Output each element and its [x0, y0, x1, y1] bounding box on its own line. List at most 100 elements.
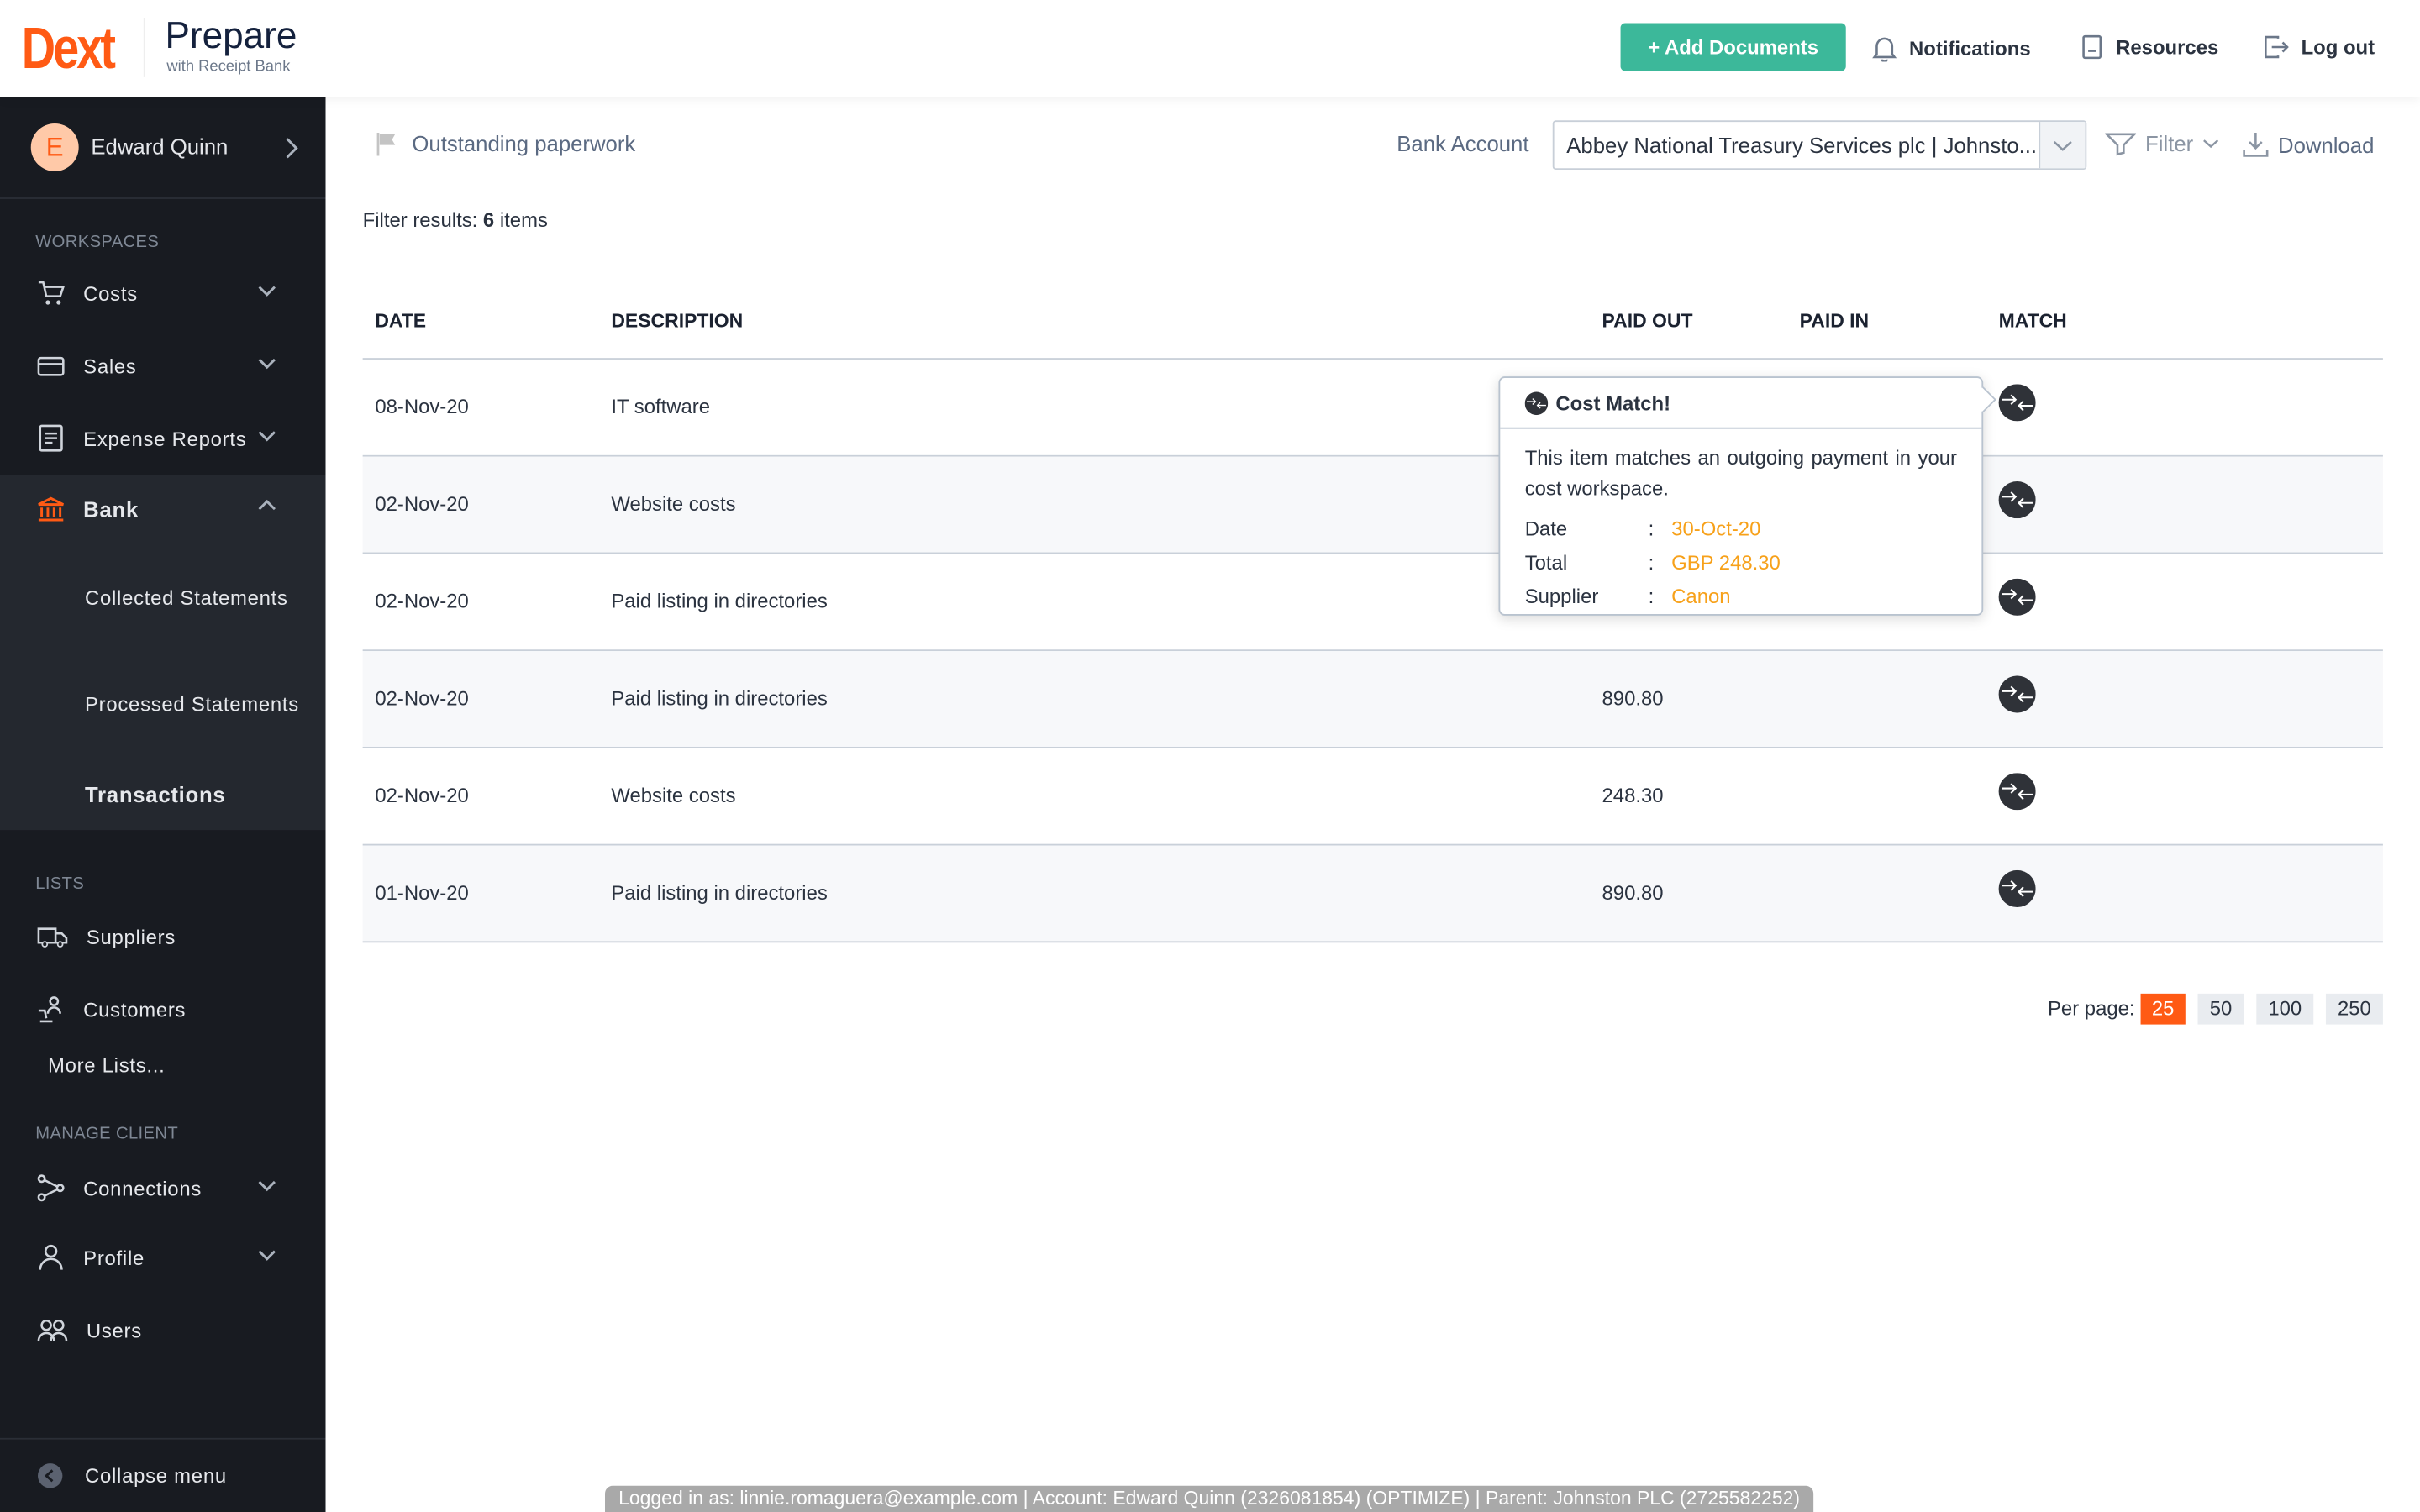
match-icon [1524, 391, 1549, 415]
download-label: Download [2278, 132, 2375, 157]
bank-account-select[interactable]: Abbey National Treasury Services plc | J… [1552, 120, 2087, 171]
table-header: DATE DESCRIPTION PAID OUT PAID IN MATCH [362, 282, 2383, 360]
sidebar-item-suppliers[interactable]: Suppliers [0, 902, 326, 970]
sidebar-item-expense-reports[interactable]: Expense Reports [0, 404, 326, 472]
product-name: Prepare [165, 15, 297, 57]
cell-date: 02-Nov-20 [375, 491, 469, 516]
avatar: E [30, 123, 79, 171]
bank-account-label: Bank Account [1397, 131, 1529, 156]
filter-button[interactable]: Filter [2105, 131, 2219, 156]
sidebar-item-label: Suppliers [86, 925, 176, 948]
sidebar-item-label: Expense Reports [83, 426, 247, 450]
per-page-100[interactable]: 100 [2256, 993, 2314, 1025]
per-page-50[interactable]: 50 [2197, 993, 2244, 1025]
table-row[interactable]: 01-Nov-20 Paid listing in directories 89… [362, 845, 2383, 943]
sidebar-item-label: Connections [83, 1176, 203, 1200]
cell-date: 01-Nov-20 [375, 880, 469, 905]
table-row[interactable]: 02-Nov-20 Website costs [362, 456, 2383, 554]
collapse-icon [37, 1463, 63, 1488]
sidebar-subitem-transactions[interactable]: Transactions [85, 778, 239, 813]
resources-link[interactable]: Resources [2081, 34, 2218, 60]
filter-results-suffix: items [494, 207, 548, 232]
table-row[interactable]: 08-Nov-20 IT software [362, 360, 2383, 457]
sidebar-subitem-collected-statements[interactable]: Collected Statements [85, 580, 288, 616]
logout-link[interactable]: Log out [2263, 34, 2375, 60]
match-icon[interactable] [1998, 773, 2036, 811]
add-documents-button[interactable]: + Add Documents [1620, 23, 1846, 71]
sidebar-item-label: Profile [83, 1246, 145, 1269]
sidebar-subitem-processed-statements[interactable]: Processed Statements [85, 686, 299, 722]
outstanding-paperwork-link[interactable]: Outstanding paperwork [375, 131, 636, 156]
chevron-down-icon [2053, 141, 2072, 151]
chevron-up-icon [258, 499, 276, 511]
cart-icon [38, 281, 66, 305]
chevron-down-icon [258, 358, 276, 370]
logout-label: Log out [2301, 35, 2375, 59]
cell-description: Paid listing in directories [611, 589, 828, 613]
tooltip-supplier-label: Supplier [1524, 585, 1599, 608]
sidebar-item-profile[interactable]: Profile [0, 1224, 326, 1292]
table-row[interactable]: 02-Nov-20 Website costs 248.30 [362, 748, 2383, 846]
report-icon [39, 424, 63, 452]
cell-paid-out: 248.30 [1602, 784, 1664, 807]
top-bar: Dext Prepare with Receipt Bank + Add Doc… [0, 0, 2420, 97]
download-icon [2243, 132, 2269, 157]
collapse-menu-button[interactable]: Collapse menu [0, 1437, 326, 1512]
column-header-paid-in[interactable]: PAID IN [1800, 282, 1870, 360]
sidebar-item-costs[interactable]: Costs [0, 260, 326, 328]
notifications-link[interactable]: Notifications [1872, 34, 2031, 62]
per-page-25[interactable]: 25 [2140, 993, 2186, 1025]
logout-icon [2265, 35, 2289, 59]
match-icon[interactable] [1998, 578, 2036, 616]
column-header-paid-out[interactable]: PAID OUT [1602, 282, 1693, 360]
chevron-down-icon [258, 1250, 276, 1261]
product-subtitle: with Receipt Bank [166, 58, 291, 76]
lists-heading: LISTS [35, 874, 85, 894]
cell-description: Website costs [611, 491, 736, 516]
table-row[interactable]: 02-Nov-20 Paid listing in directories [362, 554, 2383, 652]
cell-date: 02-Nov-20 [375, 686, 469, 710]
outstanding-label: Outstanding paperwork [412, 131, 636, 156]
sidebar-item-sales[interactable]: Sales [0, 332, 326, 400]
card-icon [37, 356, 65, 376]
match-icon[interactable] [1998, 869, 2036, 907]
sidebar-item-bank[interactable]: Bank [0, 475, 326, 543]
match-icon[interactable] [1998, 384, 2036, 422]
connections-icon [37, 1174, 65, 1202]
sidebar-item-connections[interactable]: Connections [0, 1154, 326, 1222]
column-header-match: MATCH [1998, 310, 2067, 332]
customers-icon [38, 996, 61, 1023]
chevron-right-icon [286, 138, 298, 159]
sidebar-item-label: Users [86, 1318, 142, 1342]
table-row[interactable]: 02-Nov-20 Paid listing in directories 89… [362, 651, 2383, 748]
sidebar-item-more-lists[interactable]: More Lists... [0, 1031, 326, 1099]
tooltip-total-value: GBP 248.30 [1671, 550, 1781, 575]
per-page-250[interactable]: 250 [2325, 993, 2383, 1025]
cell-description: Paid listing in directories [611, 880, 828, 905]
column-header-date[interactable]: DATE [375, 282, 426, 360]
bank-account-value: Abbey National Treasury Services plc | J… [1566, 132, 2038, 158]
match-icon[interactable] [1998, 675, 2036, 713]
notifications-label: Notifications [1909, 36, 2031, 60]
match-icon[interactable] [1998, 481, 2036, 519]
chevron-down-icon [258, 1180, 276, 1192]
user-name: Edward Quinn [91, 134, 229, 160]
tooltip-date-label: Date [1524, 517, 1568, 540]
truck-icon [37, 927, 68, 948]
cell-date: 02-Nov-20 [375, 784, 469, 807]
chevron-down-icon [2203, 139, 2219, 149]
sidebar-item-label: Bank [83, 496, 139, 522]
cost-match-tooltip: Cost Match! This item matches an outgoin… [1498, 376, 1996, 616]
cell-paid-out: 890.80 [1602, 880, 1664, 905]
filter-label: Filter [2145, 131, 2194, 156]
user-menu[interactable]: E Edward Quinn [0, 97, 326, 199]
cell-date: 02-Nov-20 [375, 589, 469, 613]
tooltip-date-value: 30-Oct-20 [1671, 517, 1761, 540]
per-page-label: Per page: [2047, 996, 2135, 1021]
download-button[interactable]: Download [2243, 131, 2375, 157]
dext-logo[interactable]: Dext [22, 15, 116, 83]
sidebar-item-label: Customers [83, 997, 187, 1021]
sidebar-item-users[interactable]: Users [0, 1296, 326, 1364]
dropdown-toggle[interactable] [2039, 122, 2086, 169]
column-header-description[interactable]: DESCRIPTION [611, 282, 743, 360]
